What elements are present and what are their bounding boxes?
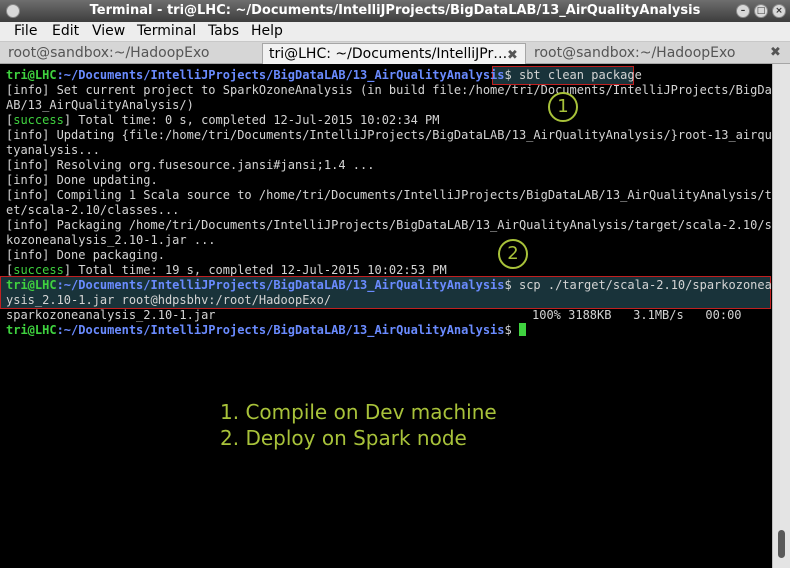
prompt-symbol: $ (504, 323, 512, 337)
marker-1: 1 (548, 92, 578, 122)
success-tag: success (13, 263, 64, 277)
tab-close-icon[interactable]: ✖ (770, 45, 781, 60)
minimize-icon[interactable]: – (736, 4, 750, 18)
success-tag: success (13, 113, 64, 127)
terminal-output[interactable]: tri@LHC:~/Documents/IntelliJProjects/Big… (0, 64, 772, 568)
prompt-line-3: tri@LHC:~/Documents/IntelliJProjects/Big… (6, 323, 526, 338)
output-line: [info] Done updating. (6, 173, 158, 187)
menu-tabs[interactable]: Tabs (208, 22, 239, 41)
output-line: [info] Updating {file:/home/tri/Document… (6, 128, 772, 142)
tab-root-sandbox-1[interactable]: root@sandbox:~/HadoopExo (2, 43, 260, 64)
prompt-line-1: tri@LHC:~/Documents/IntelliJProjects/Big… (6, 68, 642, 83)
output-line: et/scala-2.10/classes... (6, 203, 180, 217)
output-line: [info] Packaging /home/tri/Documents/Int… (6, 218, 772, 232)
terminal-scrollbar[interactable] (772, 64, 790, 568)
prompt-path: :~/Documents/IntelliJProjects/BigDataLAB… (56, 323, 505, 337)
output-line: kozoneanalysis_2.10-1.jar ... (6, 233, 216, 247)
output-line: [info] Done packaging. (6, 248, 165, 262)
marker-2: 2 (498, 239, 528, 269)
prompt-path: :~/Documents/IntelliJProjects/BigDataLAB… (56, 68, 505, 82)
command-scp: scp ./target/scala-2.10/sparkozoneanal (511, 278, 772, 292)
output-line: AB/13_AirQualityAnalysis/) (6, 98, 194, 112)
prompt-line-2: tri@LHC:~/Documents/IntelliJProjects/Big… (6, 278, 772, 293)
output-line: [info] Compiling 1 Scala source to /home… (6, 188, 772, 202)
tab-label: root@sandbox:~/HadoopExo (534, 45, 736, 61)
menu-file[interactable]: File (14, 22, 37, 41)
output-line: [success] Total time: 0 s, completed 12-… (6, 113, 440, 127)
output-line: [info] Resolving org.fusesource.jansi#ja… (6, 158, 375, 172)
tab-close-icon[interactable]: ✖ (507, 46, 518, 64)
command-sbt: sbt clean package (511, 68, 642, 82)
caption-deploy: 2. Deploy on Spark node (220, 426, 467, 450)
prompt-user: tri@LHC (6, 278, 57, 292)
caption-compile: 1. Compile on Dev machine (220, 400, 497, 424)
tab-tri-lhc[interactable]: tri@LHC: ~/Documents/IntelliJPr… ✖ (262, 43, 526, 64)
tab-label: tri@LHC: ~/Documents/IntelliJPr… (269, 46, 508, 62)
menu-bar: File Edit View Terminal Tabs Help (0, 22, 790, 42)
window-title: Terminal - tri@LHC: ~/Documents/IntelliJ… (89, 3, 701, 18)
output-line: tyanalysis... (6, 143, 100, 157)
prompt-symbol: $ (504, 68, 512, 82)
menu-terminal[interactable]: Terminal (137, 22, 196, 41)
prompt-user: tri@LHC (6, 68, 57, 82)
transfer-stats: 100% 3188KB 3.1MB/s 00:00 (532, 308, 742, 322)
close-icon[interactable]: × (772, 4, 786, 18)
menu-help[interactable]: Help (251, 22, 283, 41)
prompt-path: :~/Documents/IntelliJProjects/BigDataLAB… (56, 278, 505, 292)
tab-root-sandbox-2[interactable]: root@sandbox:~/HadoopExo (528, 43, 768, 64)
scrollbar-thumb[interactable] (778, 530, 785, 558)
tab-label: root@sandbox:~/HadoopExo (8, 45, 210, 61)
transfer-file: sparkozoneanalysis_2.10-1.jar (6, 308, 216, 322)
maximize-icon[interactable]: □ (754, 4, 768, 18)
command-scp-continued: ysis_2.10-1.jar root@hdpsbhv:/root/Hadoo… (6, 293, 332, 307)
window-menu-icon[interactable] (6, 4, 20, 18)
output-line: [info] Set current project to SparkOzone… (6, 83, 772, 97)
prompt-symbol: $ (504, 278, 512, 292)
menu-edit[interactable]: Edit (52, 22, 79, 41)
window-titlebar[interactable]: Terminal - tri@LHC: ~/Documents/IntelliJ… (0, 0, 790, 22)
menu-view[interactable]: View (92, 22, 125, 41)
terminal-cursor (518, 323, 526, 336)
prompt-user: tri@LHC (6, 323, 57, 337)
tab-bar: root@sandbox:~/HadoopExo tri@LHC: ~/Docu… (0, 42, 790, 64)
